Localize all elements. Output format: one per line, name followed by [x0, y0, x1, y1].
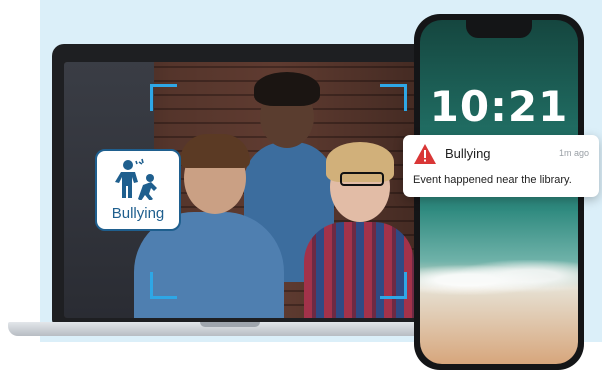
glasses	[340, 172, 384, 186]
phone-notch	[466, 20, 532, 38]
wallpaper-waves	[420, 260, 578, 300]
bullying-notification[interactable]: Bullying 1m ago Event happened near the …	[403, 135, 599, 197]
bullying-icon	[115, 158, 157, 200]
person-a-hair	[180, 134, 250, 168]
detection-frame-corner	[150, 84, 177, 111]
detection-frame-corner	[380, 84, 407, 111]
lock-screen-time: 10:21	[429, 82, 569, 131]
detection-label: Bullying	[111, 205, 165, 222]
person-b-hair	[254, 72, 320, 106]
warning-icon	[414, 144, 436, 164]
detection-frame-corner	[380, 272, 407, 299]
person-c	[304, 222, 414, 318]
notification-time: 1m ago	[558, 148, 589, 158]
notification-message: Event happened near the library.	[413, 174, 572, 186]
detection-frame-corner	[150, 272, 177, 299]
laptop-notch	[200, 322, 260, 327]
detection-badge: Bullying	[95, 149, 181, 231]
notification-title: Bullying	[445, 146, 491, 161]
